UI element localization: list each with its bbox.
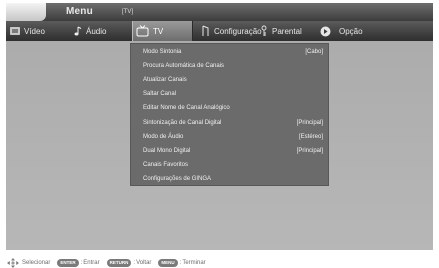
- tab-bar: Vídeo Áudio TV Configuração Parental Opç…: [6, 21, 433, 41]
- configuration-icon: [201, 25, 210, 37]
- menu-key-badge: MENU: [158, 258, 178, 267]
- menu-item-label: Canais Favoritos: [143, 161, 189, 168]
- menu-item-dual-mono[interactable]: Dual Mono Digital [Principal]: [131, 144, 328, 158]
- audio-icon: [72, 26, 82, 37]
- footer-separator: :: [133, 259, 136, 266]
- menu-item-saltar-canal[interactable]: Saltar Canal: [131, 87, 328, 101]
- footer-menu-text: Terminar: [182, 259, 206, 266]
- tab-parental-label: Parental: [272, 26, 302, 36]
- tab-video-label: Vídeo: [24, 26, 45, 36]
- tab-configuracao-label: Configuração: [214, 26, 262, 36]
- menu-item-procura-automatica[interactable]: Procura Automática de Canais: [131, 59, 328, 73]
- footer-select-text: Selecionar: [22, 259, 51, 266]
- parental-lock-icon: [260, 25, 268, 37]
- footer-return-text: Voltar: [136, 259, 152, 266]
- menu-item-label: Saltar Canal: [143, 91, 177, 98]
- tab-parental[interactable]: Parental: [260, 21, 302, 41]
- dpad-icon: [7, 257, 19, 268]
- footer-separator: :: [80, 259, 83, 266]
- tab-tv[interactable]: TV: [132, 21, 193, 41]
- source-badge: [TV]: [122, 9, 134, 15]
- menu-item-label: Modo de Áudio: [143, 133, 184, 140]
- return-key-badge: RETURN: [106, 258, 132, 267]
- menu-item-modo-sintonia[interactable]: Modo Sintonia [Cabo]: [131, 45, 328, 59]
- tab-audio-label: Áudio: [86, 26, 107, 36]
- menu-item-label: Procura Automática de Canais: [143, 63, 225, 70]
- menu-item-atualizar-canais[interactable]: Atualizar Canais: [131, 73, 328, 87]
- menu-item-sintonizacao-digital[interactable]: Sintonização de Canal Digital [Principal…: [131, 115, 328, 129]
- header-notch: [6, 3, 46, 21]
- tab-opcao-label: Opção: [339, 26, 363, 36]
- tv-menu-screen: Menu [TV] Vídeo Áudio TV Configuração Pa…: [0, 0, 439, 268]
- menu-item-label: Dual Mono Digital: [143, 147, 191, 154]
- menu-item-editar-nome[interactable]: Editar Nome de Canal Analógico: [131, 101, 328, 115]
- tv-submenu: Modo Sintonia [Cabo] Procura Automática …: [130, 43, 329, 186]
- menu-item-label: Configurações de GINGA: [143, 175, 212, 182]
- tab-configuracao[interactable]: Configuração: [201, 21, 262, 41]
- menu-item-modo-audio[interactable]: Modo de Áudio [Estéreo]: [131, 130, 328, 144]
- menu-item-canais-favoritos[interactable]: Canais Favoritos: [131, 158, 328, 172]
- menu-item-label: Editar Nome de Canal Analógico: [143, 105, 230, 112]
- menu-item-label: Atualizar Canais: [143, 77, 187, 84]
- footer-enter-text: Entrar: [83, 259, 100, 266]
- menu-title: Menu: [66, 6, 93, 17]
- tab-audio[interactable]: Áudio: [72, 21, 106, 41]
- menu-item-value: [Estéreo]: [298, 133, 323, 140]
- video-icon: [10, 26, 20, 36]
- menu-item-value: [Principal]: [296, 119, 323, 126]
- menu-item-label: Modo Sintonia: [143, 49, 182, 56]
- menu-item-configuracoes-ginga[interactable]: Configurações de GINGA: [131, 172, 328, 186]
- tab-tv-label: TV: [153, 26, 164, 36]
- footer-separator: :: [179, 259, 182, 266]
- header-dark-band: [40, 3, 433, 21]
- footer-hints: Selecionar ENTER : Entrar RETURN : Volta…: [0, 257, 439, 268]
- enter-key-badge: ENTER: [57, 258, 79, 267]
- menu-item-value: [Principal]: [296, 147, 323, 154]
- tab-video[interactable]: Vídeo: [10, 21, 45, 41]
- menu-item-label: Sintonização de Canal Digital: [143, 119, 222, 126]
- option-icon: [320, 26, 331, 37]
- tv-icon: [136, 25, 149, 37]
- menu-item-value: [Cabo]: [305, 49, 323, 56]
- tab-opcao[interactable]: Opção: [320, 21, 363, 41]
